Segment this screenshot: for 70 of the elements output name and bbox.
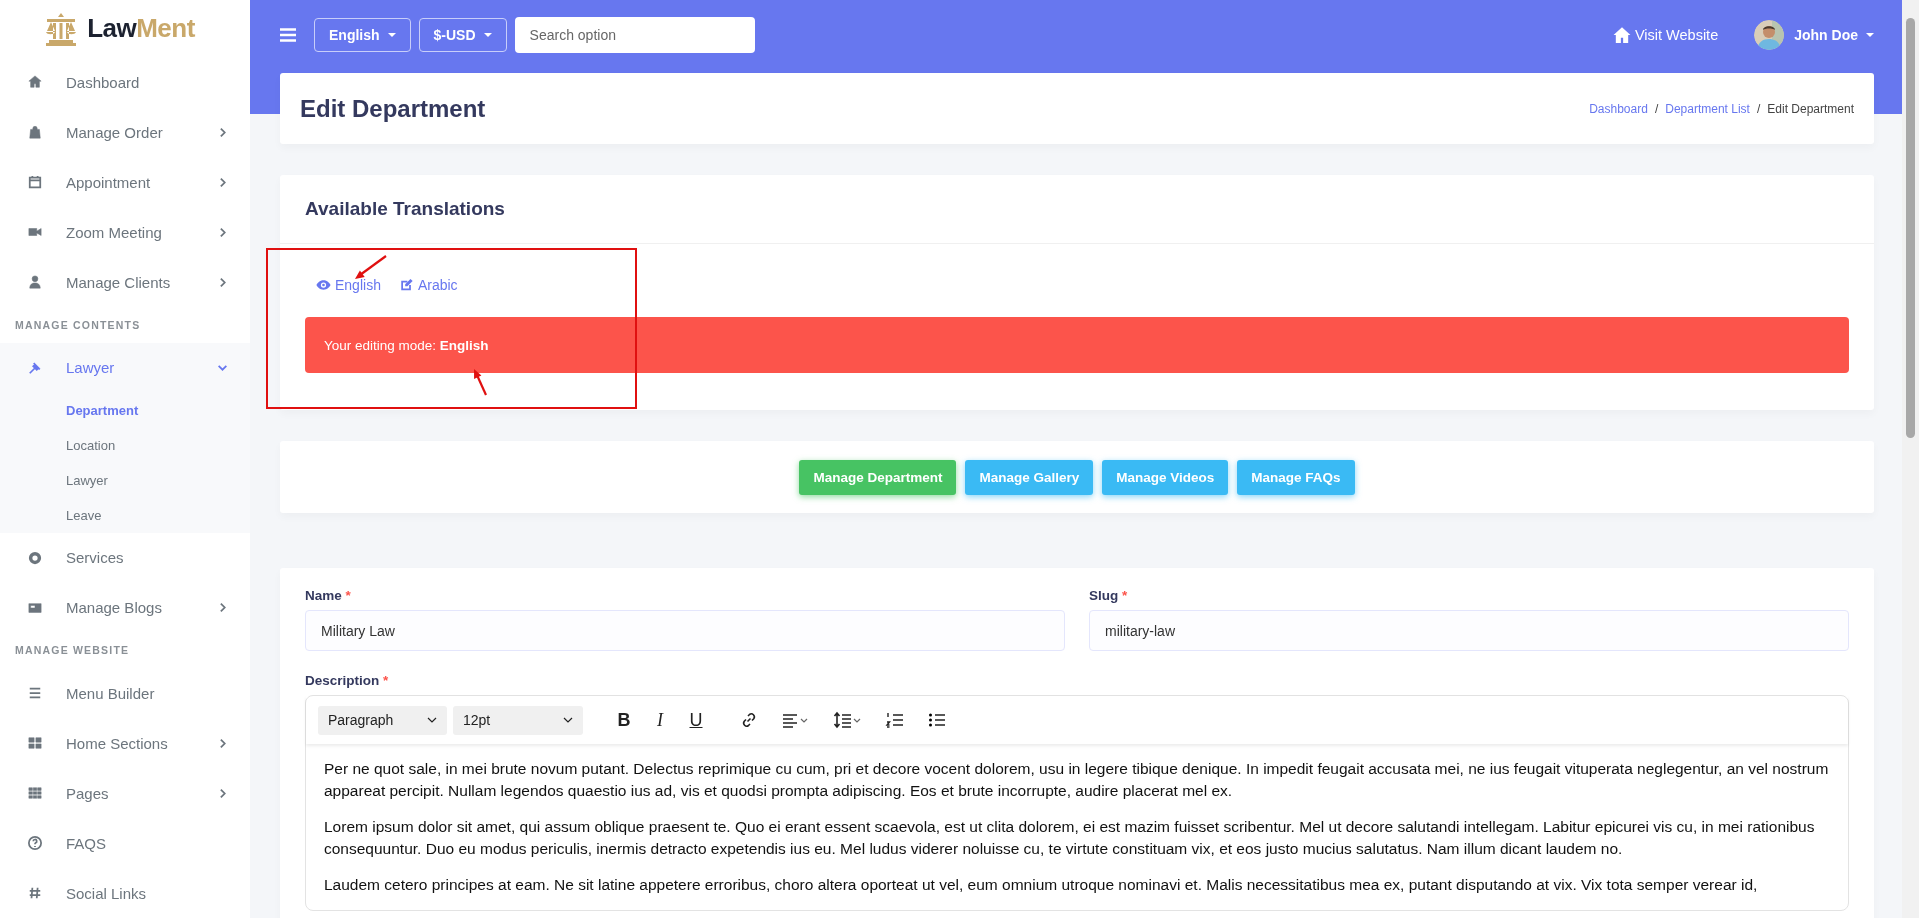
menu-item[interactable]: Dashboard bbox=[0, 57, 250, 108]
page-title: Edit Department bbox=[300, 94, 486, 123]
field-label: Slug * bbox=[1089, 588, 1129, 603]
breadcrumb-separator: / bbox=[1654, 101, 1659, 116]
menu-icon bbox=[28, 736, 42, 750]
menu-icon bbox=[28, 786, 42, 800]
rich-text-editor[interactable] bbox=[305, 695, 1849, 911]
format-button[interactable]: I bbox=[645, 705, 675, 735]
menu-icon bbox=[28, 600, 42, 615]
logo-text[interactable]: LawMent bbox=[87, 13, 195, 45]
menu-item[interactable]: Menu Builder bbox=[0, 668, 250, 718]
menu-icon bbox=[28, 75, 42, 90]
menu-item[interactable]: Appointment bbox=[0, 157, 250, 208]
menu-item[interactable]: Social Links bbox=[0, 868, 250, 918]
scrollbar[interactable] bbox=[1902, 0, 1919, 918]
language-link[interactable]: Arabic bbox=[398, 277, 458, 293]
menu-icon bbox=[28, 550, 42, 565]
alert-message: Your editing mode: English bbox=[305, 317, 1849, 373]
card-title: Available Translations bbox=[305, 198, 505, 220]
home-icon bbox=[1612, 26, 1631, 44]
menu-icon bbox=[28, 886, 42, 900]
menu-heading: MANAGE CONTENTS bbox=[14, 318, 142, 334]
editor-paragraph: Laudem cetero principes at eam. Ne sit latine appetere erroribus, choro altera oporteat ut vel, eum omnium utroque nominavi et. Malis necessitatibus mea ex, putant disputando at vix. Vix tota semper verear id, bbox=[324, 875, 1759, 895]
menu-item[interactable]: Manage Order bbox=[0, 107, 250, 158]
chevron-down-icon bbox=[427, 717, 437, 723]
search-field[interactable]: Search option bbox=[514, 17, 755, 53]
format-button[interactable]: U bbox=[681, 705, 711, 735]
menu-item[interactable]: Manage Clients bbox=[0, 257, 250, 308]
block-format-select[interactable]: Paragraph bbox=[318, 705, 447, 735]
menu-icon bbox=[28, 125, 42, 140]
menu-icon bbox=[28, 175, 42, 190]
menu-icon bbox=[28, 836, 42, 850]
user-menu[interactable]: John Doe bbox=[1794, 27, 1874, 43]
menu-item[interactable]: Zoom Meeting bbox=[0, 207, 250, 258]
language-link[interactable]: English bbox=[316, 277, 381, 293]
submenu-item[interactable]: Location bbox=[0, 427, 250, 463]
language-dropdown[interactable]: English bbox=[314, 18, 411, 52]
menu-item[interactable]: Services bbox=[0, 532, 250, 583]
edit-icon bbox=[398, 278, 414, 292]
font-size-select[interactable]: 12pt bbox=[453, 705, 583, 735]
menu-item[interactable]: FAQS bbox=[0, 818, 250, 868]
visit-website-link[interactable]: Visit Website bbox=[1612, 26, 1719, 44]
submenu-item[interactable]: Lawyer bbox=[0, 462, 250, 498]
menu-icon bbox=[28, 686, 42, 700]
breadcrumb-current: Edit Department bbox=[1767, 101, 1854, 116]
submenu-item[interactable]: Department bbox=[0, 392, 250, 428]
menu-icon[interactable] bbox=[280, 28, 296, 42]
menu-item[interactable]: Home Sections bbox=[0, 718, 250, 768]
input-field[interactable]: military-law bbox=[1089, 610, 1849, 651]
eye-icon bbox=[316, 278, 331, 292]
breadcrumb-separator: / bbox=[1756, 101, 1761, 116]
editor-paragraph: Per ne quot sale, in mei brute novum putant. Delectus reprimique cu cum, pri et decore vocent dolorem, usu in legere tibique denique. In impedit feugait accusata mei, ne ius feugait vituperata neglegentur, an vel nostrum appareat percipit. Nullam legendos quaestio ius ad, vis et quodsi prompta adipiscing. Eos et brute incorrupte, audire placerat mel ex. bbox=[324, 759, 1830, 801]
breadcrumb-link[interactable]: Dashboard bbox=[1589, 101, 1648, 116]
menu-item[interactable]: Manage Blogs bbox=[0, 582, 250, 633]
field-label: Description * bbox=[305, 673, 390, 688]
numbered-list-icon[interactable] bbox=[885, 710, 905, 730]
submenu-item[interactable]: Leave bbox=[0, 497, 250, 533]
format-button[interactable]: B bbox=[609, 705, 639, 735]
menu-icon bbox=[28, 275, 42, 290]
menu-item[interactable]: Lawyer bbox=[0, 342, 250, 393]
editor-paragraph: Lorem ipsum dolor sit amet, qui assum oblique praesent te. Quo ei erant essent scaevola, est ut clita dolorem, ei est mazim fuisset scribentur. Mel ut decore salutandi intellegam. Labitur epicurei vis cu, in mei rationibus consequuntur. Duo eu modus periculis, inermis detracto expetendis ius eu. Mel ludus viderer noluisse cu, te virtute constituam vix, et eos justo mucius salutatus. Nam illum dicant laudem no. bbox=[324, 817, 1816, 859]
menu-heading: MANAGE WEBSITE bbox=[14, 643, 131, 659]
menu-icon bbox=[28, 360, 42, 375]
input-field[interactable]: Military Law bbox=[305, 610, 1065, 651]
currency-dropdown[interactable]: $-USD bbox=[418, 18, 507, 52]
chevron-down-icon bbox=[563, 717, 573, 723]
field-label: Name * bbox=[305, 588, 352, 603]
line-height-icon[interactable] bbox=[833, 710, 863, 730]
breadcrumb-link[interactable]: Department List bbox=[1665, 101, 1750, 116]
menu-item[interactable]: Pages bbox=[0, 768, 250, 818]
